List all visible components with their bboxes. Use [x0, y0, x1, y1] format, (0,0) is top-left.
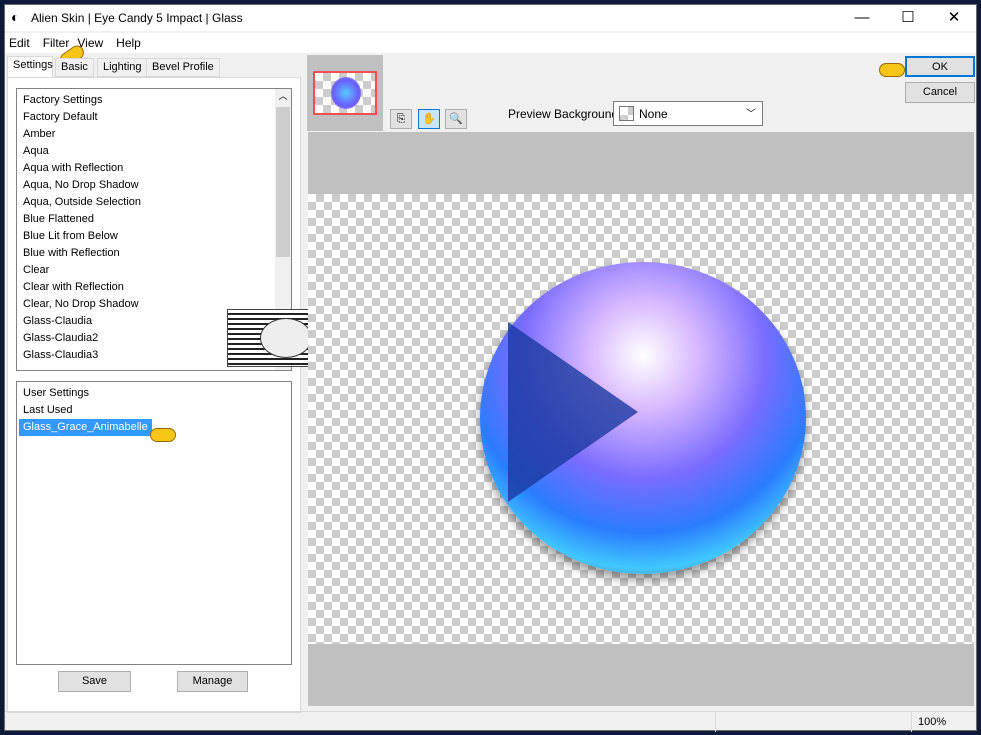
menu-help[interactable]: Help [112, 33, 145, 50]
user-settings-header: User Settings [23, 387, 90, 399]
factory-setting-item[interactable]: Aqua [17, 143, 291, 160]
factory-setting-item[interactable]: Clear with Reflection [17, 279, 291, 296]
factory-setting-item[interactable]: Aqua, Outside Selection [17, 194, 291, 211]
factory-setting-item[interactable]: Blue with Reflection [17, 245, 291, 262]
preview-background-label: Preview Background: [508, 107, 622, 121]
tab-basic[interactable]: Basic [55, 58, 94, 77]
scroll-up-icon[interactable]: ︿ [275, 89, 291, 105]
menu-filter[interactable]: Filter [39, 33, 74, 50]
tab-bevel-profile[interactable]: Bevel Profile [146, 58, 220, 77]
tab-lighting[interactable]: Lighting [97, 58, 148, 77]
window-title: Alien Skin | Eye Candy 5 Impact | Glass [31, 11, 243, 25]
factory-setting-item[interactable]: Blue Lit from Below [17, 228, 291, 245]
factory-settings-header: Factory Settings [23, 94, 103, 106]
factory-setting-item[interactable]: Aqua, No Drop Shadow [17, 177, 291, 194]
tab-settings[interactable]: Settings [7, 56, 53, 78]
user-setting-selected[interactable]: Glass_Grace_Animabelle [19, 419, 152, 436]
zoom-magnifier-icon[interactable]: 🔍 [445, 109, 467, 129]
ok-button[interactable]: OK [905, 56, 975, 77]
maximize-button[interactable]: ☐ [885, 5, 931, 31]
minimize-button[interactable]: — [839, 5, 885, 31]
eye-candy-window: ◐ Alien Skin | Eye Candy 5 Impact | Glas… [4, 4, 977, 732]
user-settings-list[interactable]: User Settings Last Used Glass_Grace_Anim… [16, 381, 292, 665]
chevron-down-icon: ﹀ [746, 109, 756, 120]
status-bar: 100% [5, 711, 976, 732]
close-button[interactable]: ✕ [931, 5, 977, 31]
scroll-thumb[interactable] [276, 107, 290, 257]
pan-hand-icon[interactable]: ✋ [418, 109, 440, 129]
factory-setting-item[interactable]: Factory Default [17, 109, 291, 126]
factory-setting-item[interactable]: Aqua with Reflection [17, 160, 291, 177]
title-bar: ◐ Alien Skin | Eye Candy 5 Impact | Glas… [5, 5, 976, 31]
preview-background-select[interactable]: None ﹀ [613, 101, 763, 126]
factory-setting-item[interactable]: Blue Flattened [17, 211, 291, 228]
navigator-thumbnail[interactable] [307, 55, 383, 131]
zoom-level: 100% [918, 716, 947, 728]
cancel-button[interactable]: Cancel [905, 82, 975, 103]
preview-canvas [308, 194, 974, 644]
menu-edit[interactable]: Edit [5, 33, 34, 50]
save-button[interactable]: Save [58, 671, 131, 692]
preview-toggle-icon[interactable]: ⎘ [390, 109, 412, 129]
app-icon: ◐ [11, 9, 20, 25]
preview-background-value: None [639, 107, 668, 121]
preview-area[interactable] [308, 132, 974, 706]
factory-setting-item[interactable]: Amber [17, 126, 291, 143]
checker-swatch-icon [619, 106, 634, 121]
factory-setting-item[interactable]: Clear [17, 262, 291, 279]
pointing-hand-icon [150, 428, 176, 442]
pointing-hand-icon [879, 63, 905, 77]
user-setting-last-used[interactable]: Last Used [17, 402, 291, 419]
glass-effect-preview [480, 262, 806, 574]
manage-button[interactable]: Manage [177, 671, 248, 692]
menu-bar: Edit Filter View Help [5, 33, 976, 53]
